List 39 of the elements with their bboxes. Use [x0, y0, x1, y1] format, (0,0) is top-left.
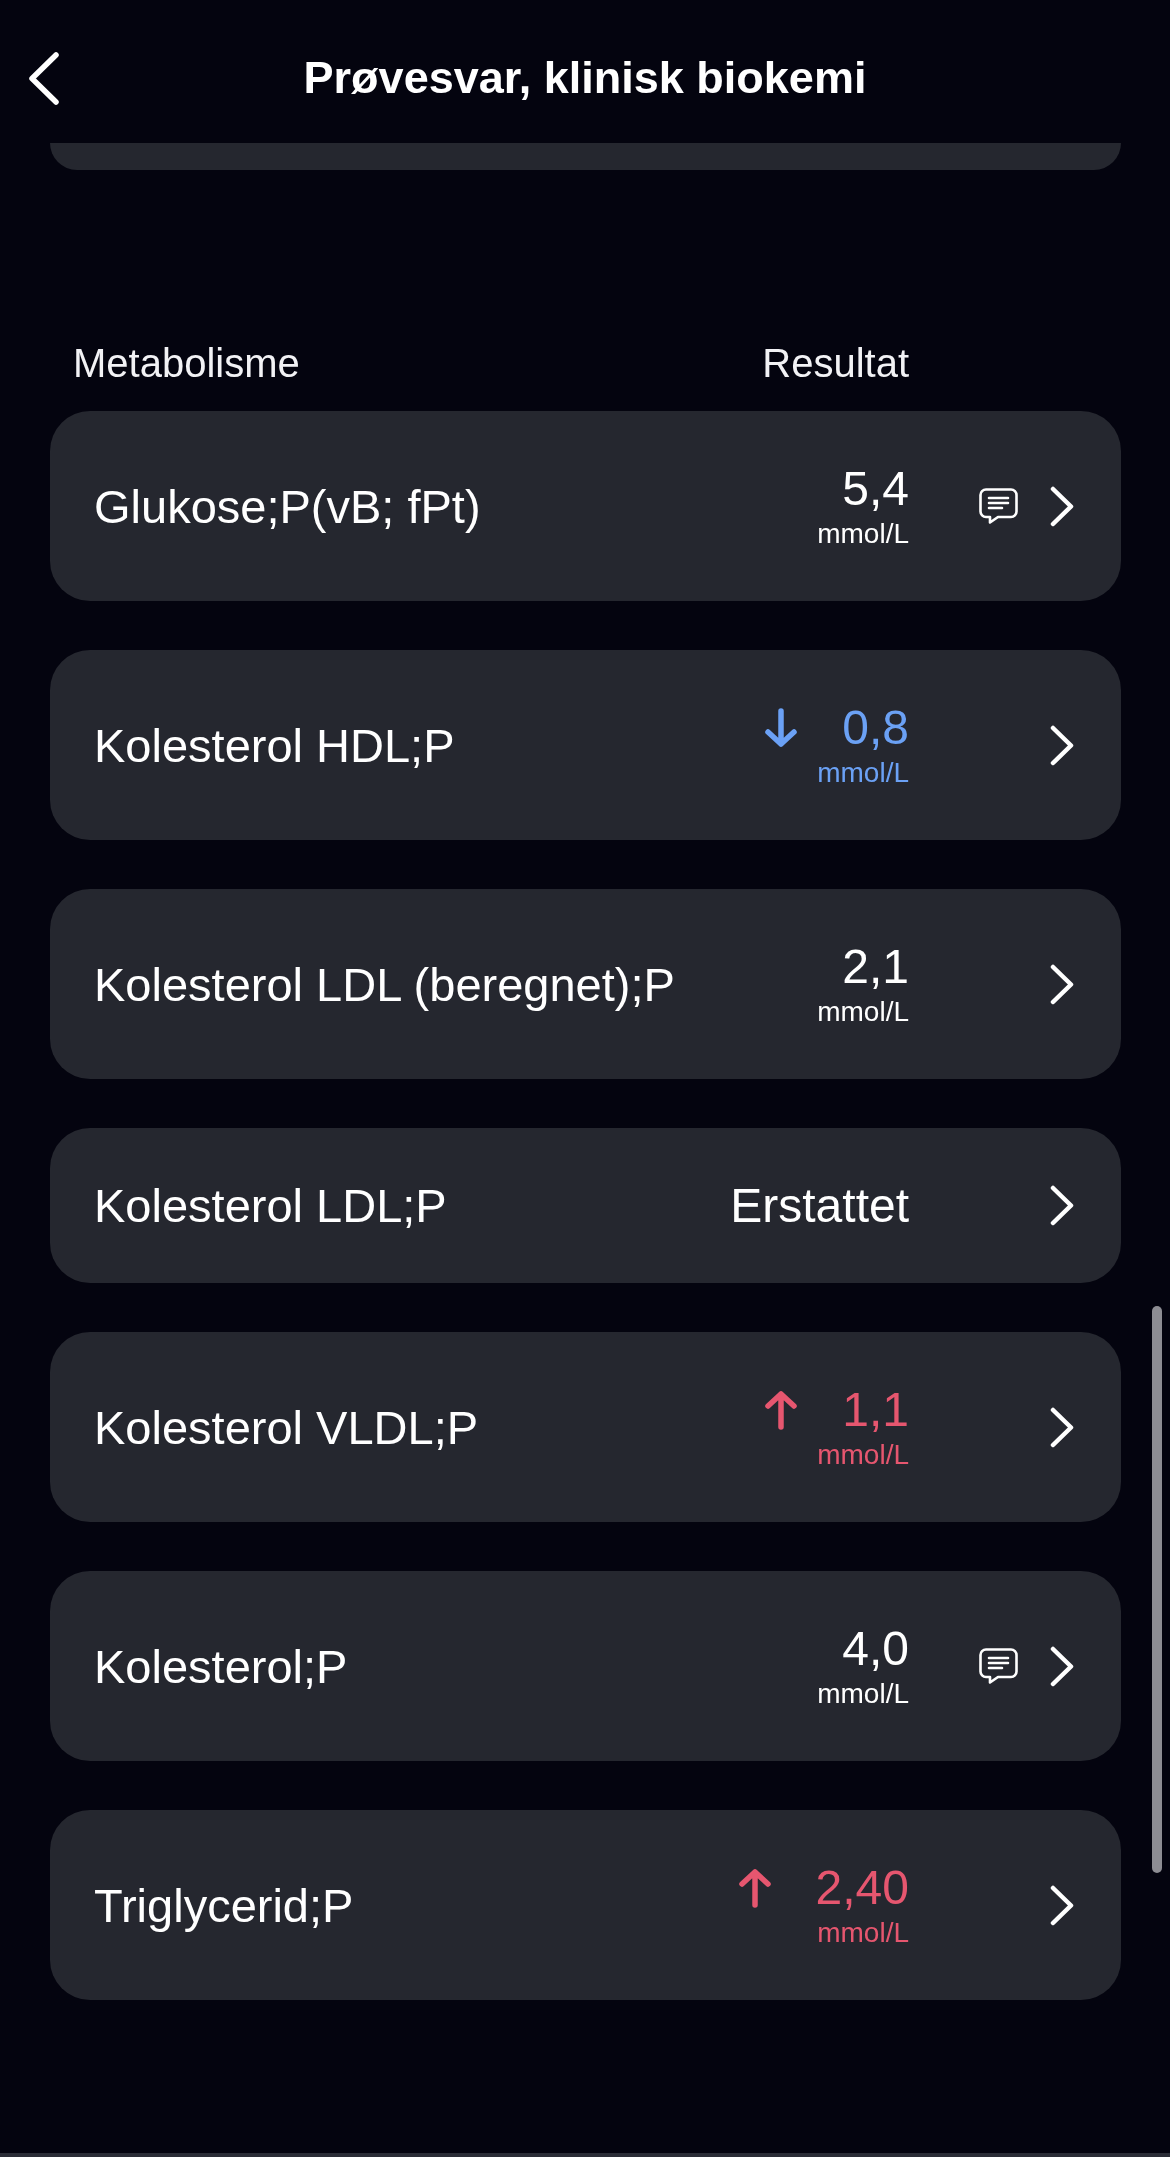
result-value: 4,0 [842, 1621, 909, 1676]
result-unit: mmol/L [817, 1677, 909, 1711]
section-title: Metabolisme [73, 340, 300, 387]
test-name: Kolesterol HDL;P [94, 717, 456, 773]
result-value: 0,8 [842, 700, 909, 755]
result-unit: mmol/L [817, 1916, 909, 1950]
result-unit: mmol/L [817, 995, 909, 1029]
result-row[interactable]: Kolesterol LDL;P Erstattet [50, 1128, 1121, 1283]
test-name: Kolesterol VLDL;P [94, 1399, 480, 1455]
chevron-right-icon [1050, 485, 1074, 527]
result-value: 5,4 [842, 461, 909, 516]
result-value: Erstattet [730, 1178, 909, 1233]
chevron-left-icon [28, 51, 60, 105]
test-name: Kolesterol LDL;P [94, 1178, 448, 1233]
result-row[interactable]: Kolesterol VLDL;P 1,1 mmol/L [50, 1332, 1121, 1522]
test-name: Kolesterol;P [94, 1638, 349, 1694]
result-row[interactable]: Kolesterol;P 4,0 mmol/L [50, 1571, 1121, 1761]
result-unit: mmol/L [817, 756, 909, 790]
result-unit: mmol/L [817, 517, 909, 551]
chevron-right-icon [1050, 724, 1074, 766]
result-row[interactable]: Glukose;P(vB; fPt) 5,4 mmol/L [50, 411, 1121, 601]
column-header: Resultat [762, 340, 909, 387]
test-name: Triglycerid;P [94, 1877, 355, 1933]
test-name: Glukose;P(vB; fPt) [94, 478, 482, 534]
result-unit: mmol/L [817, 1438, 909, 1472]
result-row[interactable]: Triglycerid;P 2,40 mmol/L [50, 1810, 1121, 2000]
result-value: 2,1 [842, 939, 909, 994]
page-title: Prøvesvar, klinisk biokemi [303, 53, 867, 103]
result-row[interactable]: Kolesterol HDL;P 0,8 mmol/L [50, 650, 1121, 840]
chevron-right-icon [1050, 1406, 1074, 1448]
chevron-right-icon [1050, 1185, 1074, 1226]
result-value: 2,40 [815, 1860, 909, 1915]
test-name: Kolesterol LDL (beregnet);P [94, 956, 676, 1012]
chevron-right-icon [1050, 963, 1074, 1005]
result-row[interactable]: Kolesterol LDL (beregnet);P 2,1 mmol/L [50, 889, 1121, 1079]
result-value: 1,1 [842, 1382, 909, 1437]
back-button[interactable] [28, 51, 60, 105]
chevron-right-icon [1050, 1884, 1074, 1926]
chevron-right-icon [1050, 1645, 1074, 1687]
